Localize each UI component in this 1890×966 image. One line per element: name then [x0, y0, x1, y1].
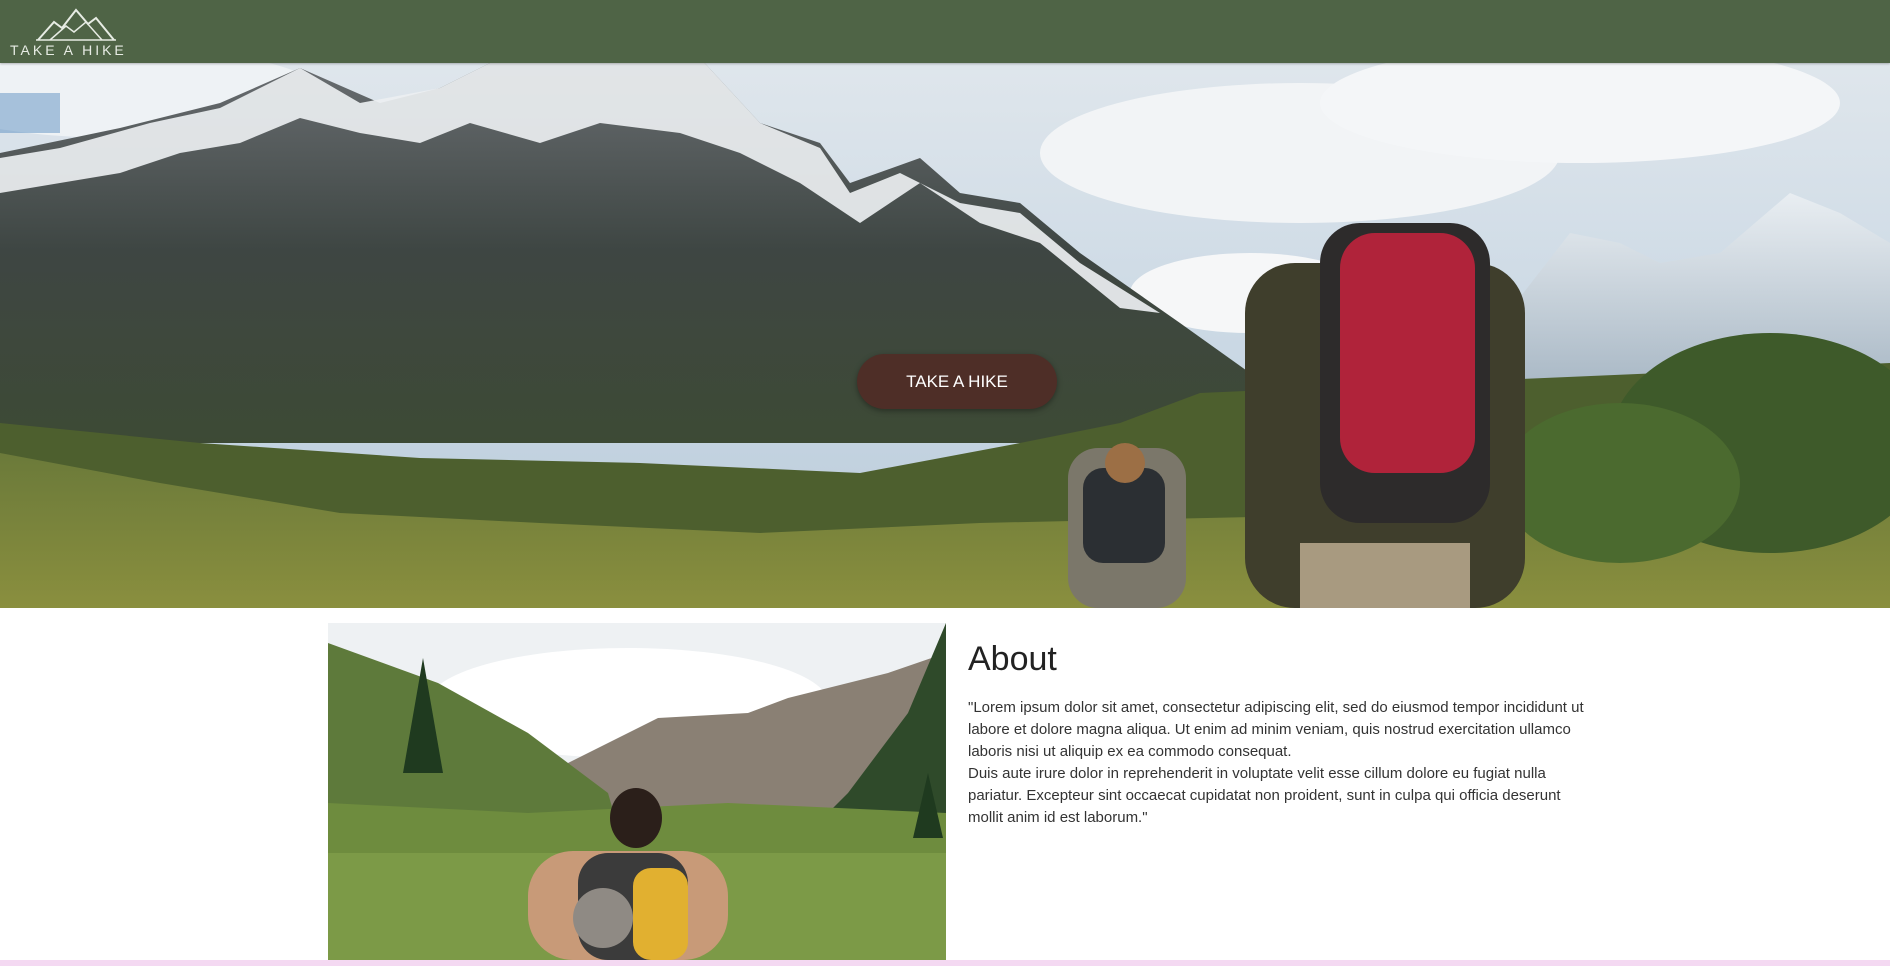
about-paragraph-1: "Lorem ipsum dolor sit amet, consectetur… [968, 699, 1584, 760]
about-image [328, 623, 946, 960]
take-a-hike-button[interactable]: TAKE A HIKE [857, 354, 1057, 409]
about-paragraph-2: Duis aute irure dolor in reprehenderit i… [968, 765, 1561, 826]
mountain-logo-icon [36, 8, 116, 41]
hero-section: TAKE A HIKE [0, 63, 1890, 608]
about-section: About "Lorem ipsum dolor sit amet, conse… [968, 640, 1588, 829]
valley-hiker-photo [328, 623, 946, 960]
mountain-hikers-photo [0, 63, 1890, 608]
about-title: About [968, 640, 1057, 678]
brand-logo-link[interactable]: TAKE A HIKE [8, 8, 136, 58]
about-body: "Lorem ipsum dolor sit amet, consectetur… [968, 697, 1588, 829]
bottom-strip [0, 960, 1890, 966]
site-header: TAKE A HIKE [0, 0, 1890, 63]
brand-name: TAKE A HIKE [10, 42, 127, 58]
